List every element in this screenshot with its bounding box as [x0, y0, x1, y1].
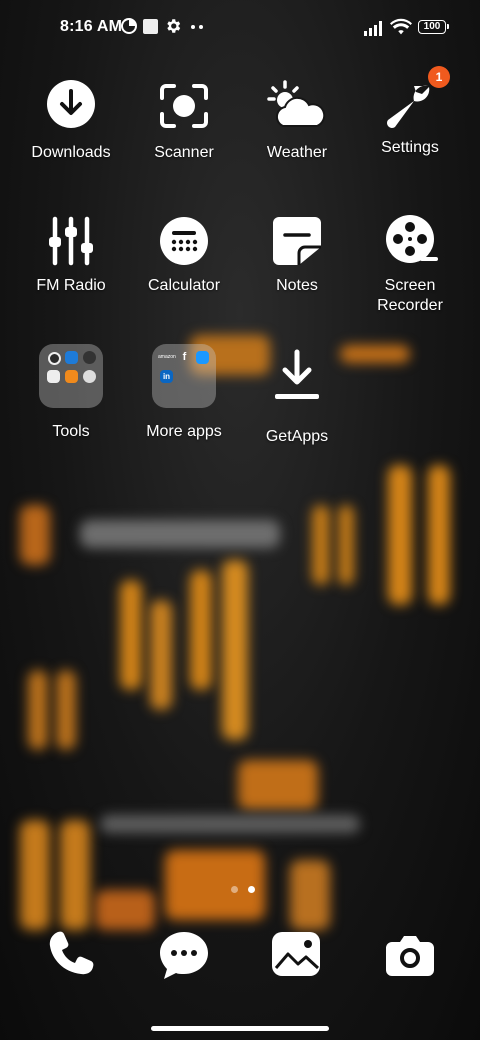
calculator-icon: [160, 217, 208, 265]
more-dots-icon: [191, 25, 203, 29]
app-settings[interactable]: 1 Settings: [354, 66, 466, 158]
app-label: Scanner: [154, 144, 214, 161]
app-label: Calculator: [147, 277, 221, 294]
app-getapps[interactable]: GetApps: [241, 344, 353, 447]
data-saver-icon: [121, 18, 137, 34]
folder-icon: amazon f in: [152, 344, 216, 408]
signal-icon: [364, 21, 382, 36]
app-label: More apps: [146, 423, 222, 440]
facebook-mini-icon: f: [182, 351, 187, 363]
wrench-icon: [387, 85, 430, 128]
page-dot-active: [248, 886, 255, 893]
app-label: Screen Recorder: [377, 277, 443, 314]
app-label: GetApps: [265, 428, 329, 445]
phone-icon[interactable]: [44, 928, 100, 984]
mini-app-icon: [65, 351, 78, 364]
battery-icon: 100: [418, 20, 449, 34]
gallery-icon[interactable]: [268, 928, 324, 984]
notification-badge: 1: [428, 66, 450, 88]
app-folder-tools[interactable]: Tools: [15, 344, 127, 442]
app-folder-more-apps[interactable]: amazon f in More apps: [128, 344, 240, 442]
app-label: Downloads: [31, 144, 111, 161]
equalizer-icon: [49, 216, 93, 266]
app-label: Notes: [276, 277, 318, 294]
app-downloads[interactable]: Downloads: [15, 78, 127, 163]
settings-gear-icon: [167, 19, 181, 33]
app-scanner[interactable]: Scanner: [128, 78, 240, 163]
camera-icon[interactable]: [382, 928, 438, 984]
page-indicator: [226, 880, 260, 898]
notification-square-icon: [143, 19, 158, 34]
mini-app-icon: [65, 370, 78, 383]
prime-video-mini-icon: [196, 351, 209, 364]
app-label: FM Radio: [36, 277, 106, 294]
status-bar: 8:16 AM 100: [0, 0, 480, 56]
app-notes[interactable]: Notes: [241, 213, 353, 296]
linkedin-mini-icon: in: [160, 370, 173, 383]
mini-app-icon: [83, 370, 96, 383]
app-weather[interactable]: Weather: [241, 78, 353, 163]
mini-app-icon: [83, 351, 96, 364]
home-indicator-bar[interactable]: [151, 1026, 329, 1031]
app-fm-radio[interactable]: FM Radio: [15, 213, 127, 296]
download-icon: [47, 80, 95, 128]
download-tray-icon: [275, 349, 319, 399]
folder-icon: [39, 344, 103, 408]
wifi-icon: [390, 18, 412, 35]
app-calculator[interactable]: Calculator: [128, 213, 240, 296]
app-label: Tools: [52, 423, 90, 440]
scanner-icon: [160, 84, 208, 128]
mini-app-icon: [47, 370, 60, 383]
notes-icon: [273, 217, 321, 265]
app-label: Weather: [266, 144, 328, 161]
amazon-mini-icon: amazon: [158, 354, 176, 360]
clock: 8:16 AM: [60, 18, 123, 35]
weather-icon: [267, 80, 326, 127]
app-screen-recorder[interactable]: Screen Recorder: [354, 213, 466, 316]
mini-app-icon: [48, 352, 61, 365]
messages-icon[interactable]: [156, 928, 212, 984]
film-reel-icon: [386, 215, 438, 263]
page-dot: [231, 886, 238, 893]
